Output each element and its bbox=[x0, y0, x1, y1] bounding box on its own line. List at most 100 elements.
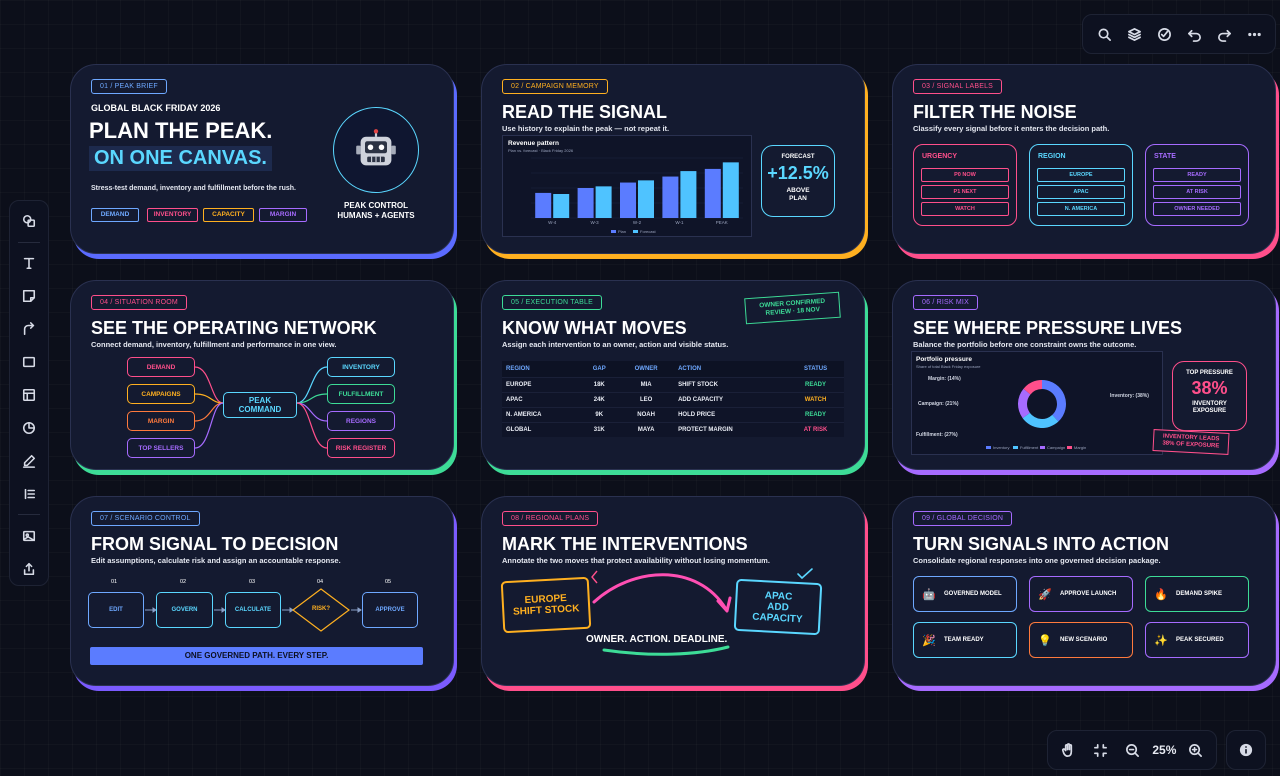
card-execution-table[interactable]: 05 / EXECUTION TABLE KNOW WHAT MOVES Ass… bbox=[481, 280, 865, 470]
label-chip[interactable]: N. AMERICA bbox=[1037, 202, 1125, 216]
layers-icon[interactable] bbox=[1121, 21, 1147, 47]
zoom-level[interactable]: 25% bbox=[1152, 743, 1176, 757]
action-tile[interactable]: ✨ PEAK SECURED bbox=[1145, 622, 1249, 658]
card-subtitle: Consolidate regional responses into one … bbox=[913, 556, 1161, 565]
action-tile[interactable]: 🔥 DEMAND SPIKE bbox=[1145, 576, 1249, 612]
cell-owner: LEO bbox=[618, 392, 675, 408]
check-circle-icon[interactable] bbox=[1151, 21, 1177, 47]
step-risk: RISK? bbox=[312, 606, 330, 612]
node-inventory[interactable]: INVENTORY bbox=[327, 357, 395, 377]
action-tile[interactable]: 🚀 APPROVE LAUNCH bbox=[1029, 576, 1133, 612]
cell-status: WATCH bbox=[787, 392, 844, 408]
group-label: STATE bbox=[1154, 153, 1176, 160]
action-tile[interactable]: 🤖 GOVERNED MODEL bbox=[913, 576, 1017, 612]
tile-label: GOVERNED MODEL bbox=[944, 591, 1002, 597]
chip-margin[interactable]: MARGIN bbox=[259, 208, 307, 222]
step-approve[interactable]: APPROVE bbox=[362, 592, 418, 628]
table-row[interactable]: N. AMERICA 9K NOAH HOLD PRICE READY bbox=[502, 407, 844, 423]
chip-demand[interactable]: DEMAND bbox=[91, 208, 139, 222]
card-situation-room[interactable]: 04 / SITUATION ROOM SEE THE OPERATING NE… bbox=[70, 280, 454, 470]
column-header: OWNER bbox=[618, 361, 675, 378]
headline-highlight: ON ONE CANVAS. bbox=[89, 146, 272, 171]
connector-icon[interactable] bbox=[14, 314, 44, 344]
text-icon[interactable] bbox=[14, 248, 44, 278]
table-icon[interactable] bbox=[14, 380, 44, 410]
table-row[interactable]: GLOBAL 31K MAYA PROTECT MARGIN AT RISK bbox=[502, 422, 844, 437]
hand-icon[interactable] bbox=[1055, 737, 1081, 763]
card-title: READ THE SIGNAL bbox=[502, 102, 668, 122]
label-chip[interactable]: AT RISK bbox=[1153, 185, 1241, 199]
sticky-note-icon[interactable] bbox=[14, 281, 44, 311]
cell-owner: MIA bbox=[618, 377, 675, 393]
chip-capacity[interactable]: CAPACITY bbox=[203, 208, 254, 222]
node-fulfillment[interactable]: FULFILLMENT bbox=[327, 384, 395, 404]
note-europe[interactable]: EUROPE SHIFT STOCK bbox=[500, 576, 592, 634]
card-scenario-control[interactable]: 07 / SCENARIO CONTROL FROM SIGNAL TO DEC… bbox=[70, 496, 454, 686]
group-urgency: URGENCY P0 NOW P1 NEXT WATCH bbox=[913, 144, 1017, 226]
table-header-row: REGION GAP OWNER ACTION STATUS bbox=[502, 361, 844, 378]
table-row[interactable]: APAC 24K LEO ADD CAPACITY WATCH bbox=[502, 392, 844, 408]
action-tile[interactable]: 🎉 TEAM READY bbox=[913, 622, 1017, 658]
image-icon[interactable] bbox=[14, 521, 44, 551]
more-icon[interactable] bbox=[1241, 21, 1267, 47]
step-edit[interactable]: EDIT bbox=[88, 592, 144, 628]
bar bbox=[662, 176, 679, 218]
legend-swatch bbox=[611, 230, 616, 233]
step-govern[interactable]: GOVERN bbox=[156, 592, 213, 628]
card-tag: 01 / PEAK BRIEF bbox=[91, 79, 167, 94]
zoom-out-icon[interactable] bbox=[1120, 737, 1146, 763]
cell-action: ADD CAPACITY bbox=[674, 392, 788, 408]
chart-icon[interactable] bbox=[14, 413, 44, 443]
action-tile[interactable]: 💡 NEW SCENARIO bbox=[1029, 622, 1133, 658]
label-chip[interactable]: EUROPE bbox=[1037, 168, 1125, 182]
step-calculate[interactable]: CALCULATE bbox=[225, 592, 281, 628]
rocket-icon: 🚀 bbox=[1038, 588, 1052, 601]
label-chip[interactable]: P0 NOW bbox=[921, 168, 1009, 182]
card-subtitle: Use history to explain the peak — not re… bbox=[502, 124, 670, 133]
legend-label: Inventory bbox=[993, 445, 1009, 450]
note-apac[interactable]: APAC ADD CAPACITY bbox=[733, 578, 823, 636]
card-regional-plans[interactable]: 08 / REGIONAL PLANS MARK THE INTERVENTIO… bbox=[481, 496, 865, 686]
zoom-in-icon[interactable] bbox=[1183, 737, 1209, 763]
undo-icon[interactable] bbox=[1181, 21, 1207, 47]
node-regions[interactable]: REGIONS bbox=[327, 411, 395, 431]
label-chip[interactable]: WATCH bbox=[921, 202, 1009, 216]
card-peak-brief[interactable]: 01 / PEAK BRIEF GLOBAL BLACK FRIDAY 2026… bbox=[70, 64, 454, 254]
pen-icon[interactable] bbox=[14, 446, 44, 476]
label-chip[interactable]: READY bbox=[1153, 168, 1241, 182]
card-campaign-memory[interactable]: 02 / CAMPAIGN MEMORY READ THE SIGNAL Use… bbox=[481, 64, 865, 254]
label-chip[interactable]: P1 NEXT bbox=[921, 185, 1009, 199]
card-signal-labels[interactable]: 03 / SIGNAL LABELS FILTER THE NOISE Clas… bbox=[892, 64, 1276, 254]
tile-label: DEMAND SPIKE bbox=[1176, 591, 1223, 597]
bar bbox=[553, 194, 570, 218]
node-peak-command[interactable]: PEAK COMMAND bbox=[223, 392, 297, 418]
node-campaigns[interactable]: CAMPAIGNS bbox=[127, 384, 195, 404]
card-global-decision[interactable]: 09 / GLOBAL DECISION TURN SIGNALS INTO A… bbox=[892, 496, 1276, 686]
list-icon[interactable] bbox=[14, 479, 44, 509]
cell-gap: 24K bbox=[580, 392, 619, 408]
card-risk-mix[interactable]: 06 / RISK MIX SEE WHERE PRESSURE LIVES B… bbox=[892, 280, 1276, 470]
fit-screen-icon[interactable] bbox=[1088, 737, 1114, 763]
node-risk-register[interactable]: RISK REGISTER bbox=[327, 438, 395, 458]
party-icon: 🎉 bbox=[922, 634, 936, 647]
redo-icon[interactable] bbox=[1211, 21, 1237, 47]
cell-region: APAC bbox=[502, 392, 581, 408]
cell-owner: NOAH bbox=[618, 407, 675, 423]
node-margin[interactable]: MARGIN bbox=[127, 411, 195, 431]
donut-chart: Inventory: (38%) Fulfillment: (27%) Campai… bbox=[916, 376, 1149, 450]
frame-icon[interactable] bbox=[14, 347, 44, 377]
node-demand[interactable]: DEMAND bbox=[127, 357, 195, 377]
node-top-sellers[interactable]: TOP SELLERS bbox=[127, 438, 195, 458]
search-icon[interactable] bbox=[1091, 21, 1117, 47]
chip-inventory[interactable]: INVENTORY bbox=[147, 208, 198, 222]
label-chip[interactable]: APAC bbox=[1037, 185, 1125, 199]
info-button[interactable] bbox=[1226, 730, 1266, 770]
shapes-icon[interactable] bbox=[14, 207, 44, 237]
revenue-chart-panel: Revenue pattern Plan vs. forecast · Blac… bbox=[502, 135, 752, 237]
card-title: SEE WHERE PRESSURE LIVES bbox=[913, 318, 1183, 338]
label-chip[interactable]: OWNER NEEDED bbox=[1153, 202, 1241, 216]
group-state: STATE READY AT RISK OWNER NEEDED bbox=[1145, 144, 1249, 226]
legend-label: Fulfillment bbox=[1020, 445, 1039, 450]
table-row[interactable]: EUROPE 18K MIA SHIFT STOCK READY bbox=[502, 377, 844, 393]
export-icon[interactable] bbox=[14, 554, 44, 584]
